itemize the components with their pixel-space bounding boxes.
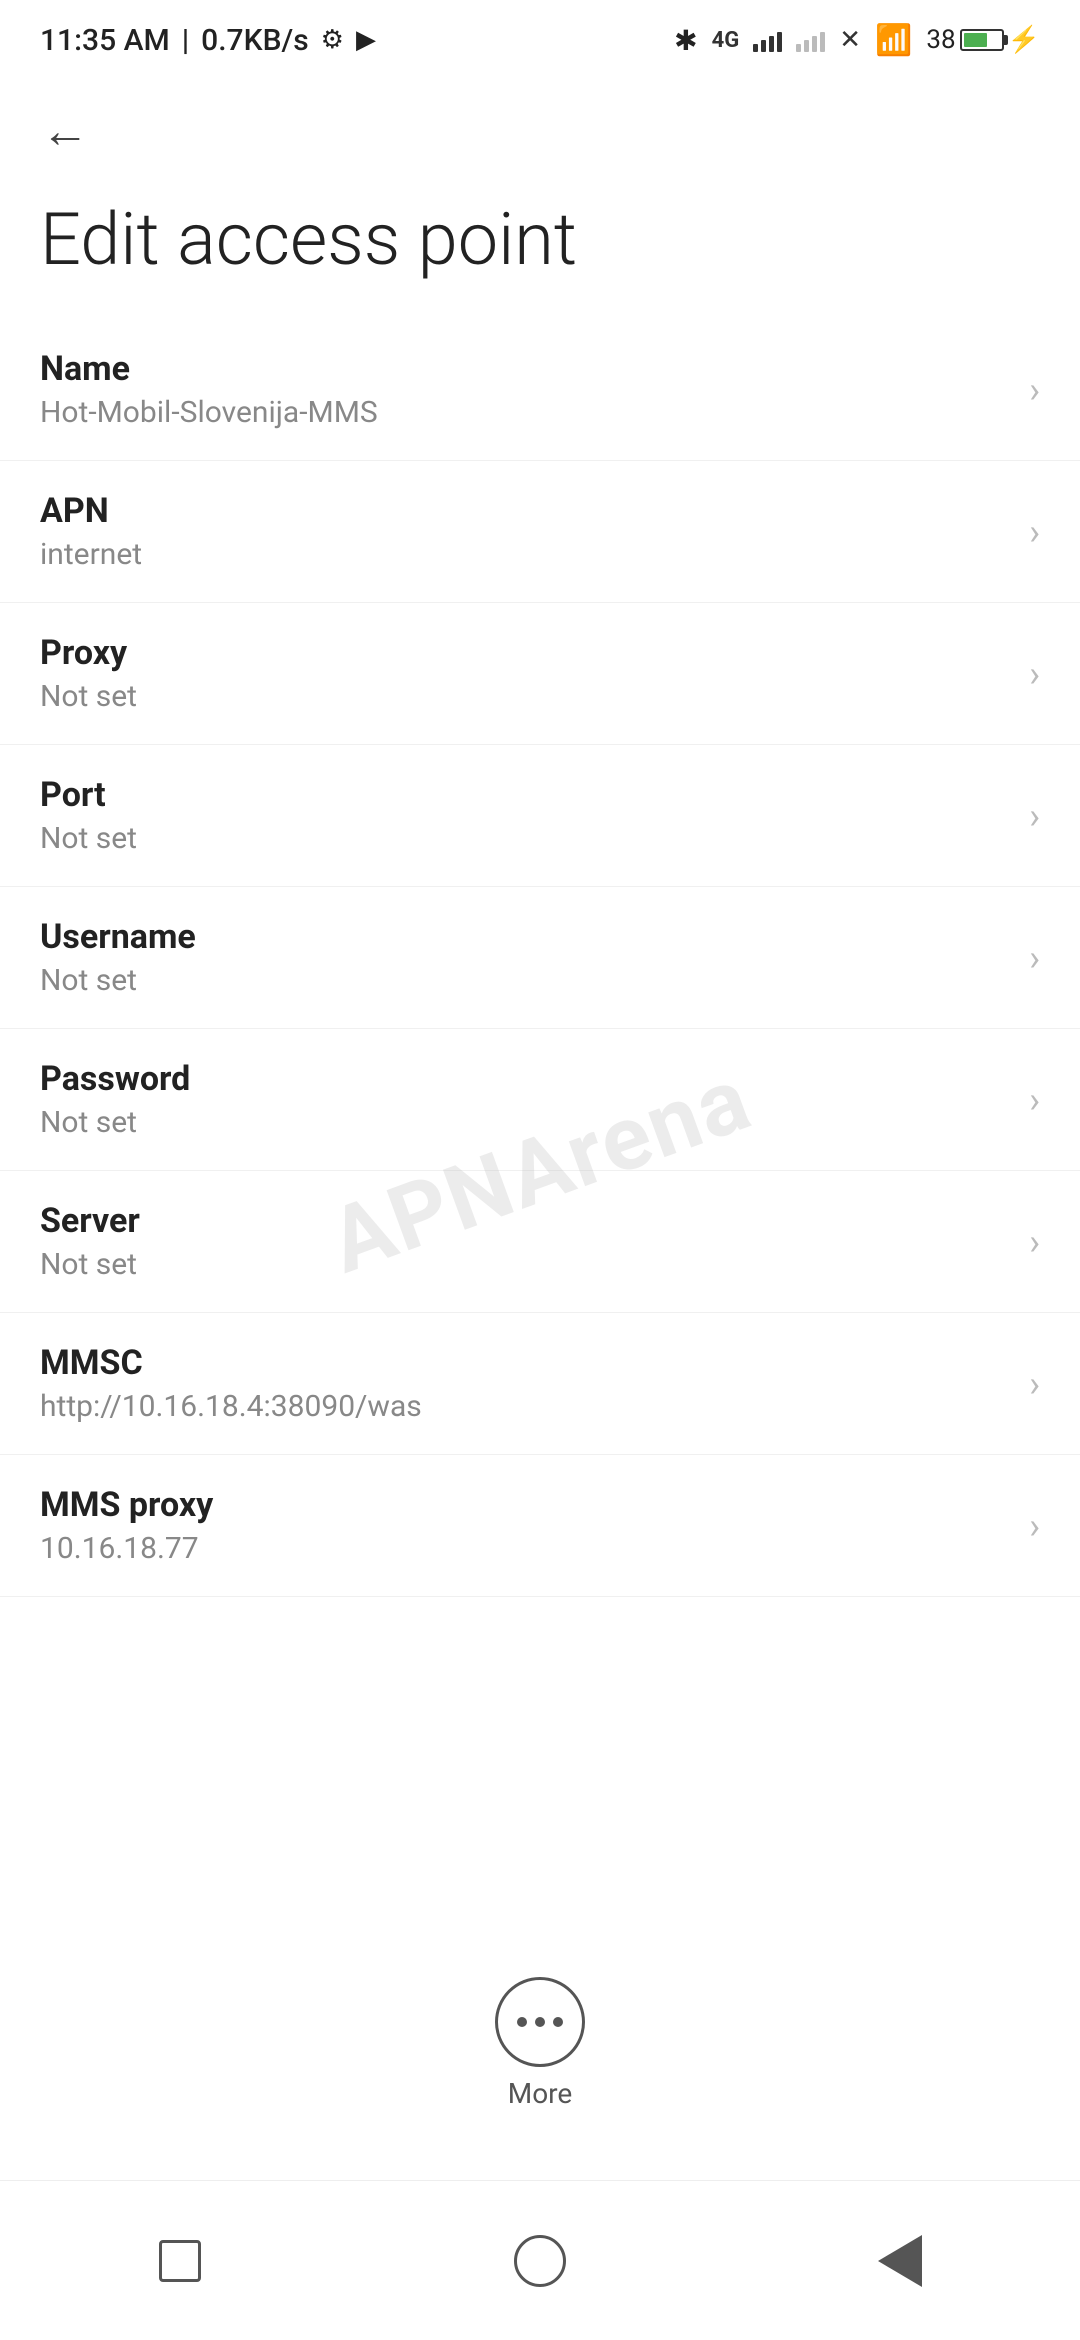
- settings-value-proxy: Not set: [40, 679, 1009, 714]
- chevron-icon-port: ›: [1029, 795, 1040, 837]
- settings-label-username: Username: [40, 917, 1009, 957]
- settings-value-username: Not set: [40, 963, 1009, 998]
- settings-item-content-mms-proxy: MMS proxy 10.16.18.77: [40, 1485, 1009, 1566]
- back-nav-icon: [878, 2235, 922, 2287]
- settings-label-apn: APN: [40, 491, 1009, 531]
- back-arrow-icon: ←: [41, 102, 89, 159]
- settings-item-content-password: Password Not set: [40, 1059, 1009, 1140]
- settings-label-name: Name: [40, 349, 1009, 389]
- separator: |: [182, 23, 189, 58]
- signal-bars-1: [753, 28, 782, 52]
- page-title-container: Edit access point: [0, 180, 1080, 319]
- battery-fill: [964, 33, 987, 47]
- more-label: More: [508, 2077, 573, 2110]
- more-dot-1: [517, 2017, 527, 2027]
- nav-back-button[interactable]: [850, 2211, 950, 2311]
- settings-label-password: Password: [40, 1059, 1009, 1099]
- settings-label-proxy: Proxy: [40, 633, 1009, 673]
- settings-value-mms-proxy: 10.16.18.77: [40, 1531, 1009, 1566]
- settings-icon: ⚙: [321, 25, 344, 55]
- settings-item-content-server: Server Not set: [40, 1201, 1009, 1282]
- chevron-icon-username: ›: [1029, 937, 1040, 979]
- settings-item-name[interactable]: Name Hot-Mobil-Slovenija-MMS ›: [0, 319, 1080, 461]
- wifi-icon: 📶: [875, 23, 912, 58]
- settings-item-mms-proxy[interactable]: MMS proxy 10.16.18.77 ›: [0, 1455, 1080, 1597]
- settings-value-server: Not set: [40, 1247, 1009, 1282]
- chevron-icon-proxy: ›: [1029, 653, 1040, 695]
- chevron-icon-server: ›: [1029, 1221, 1040, 1263]
- settings-label-mmsc: MMSC: [40, 1343, 1009, 1383]
- more-button[interactable]: [495, 1977, 585, 2067]
- battery-container: 38 ⚡: [926, 25, 1040, 55]
- chevron-icon-password: ›: [1029, 1079, 1040, 1121]
- signal-bars-2: [796, 28, 825, 52]
- more-button-area: More: [495, 1977, 585, 2110]
- settings-item-apn[interactable]: APN internet ›: [0, 461, 1080, 603]
- more-dot-3: [553, 2017, 563, 2027]
- settings-item-proxy[interactable]: Proxy Not set ›: [0, 603, 1080, 745]
- bottom-nav: [0, 2180, 1080, 2340]
- more-dot-2: [535, 2017, 545, 2027]
- nav-recents-button[interactable]: [130, 2211, 230, 2311]
- time: 11:35 AM: [40, 23, 170, 58]
- chevron-icon-name: ›: [1029, 369, 1040, 411]
- settings-item-content-name: Name Hot-Mobil-Slovenija-MMS: [40, 349, 1009, 430]
- battery-percent: 38: [926, 25, 955, 55]
- settings-value-port: Not set: [40, 821, 1009, 856]
- settings-label-server: Server: [40, 1201, 1009, 1241]
- settings-label-port: Port: [40, 775, 1009, 815]
- settings-item-username[interactable]: Username Not set ›: [0, 887, 1080, 1029]
- status-bar: 11:35 AM | 0.7KB/s ⚙ ▶ ✱ 4G ✕ 📶 38 ⚡: [0, 0, 1080, 80]
- settings-item-password[interactable]: Password Not set ›: [0, 1029, 1080, 1171]
- settings-value-mmsc: http://10.16.18.4:38090/was: [40, 1389, 1009, 1424]
- chevron-icon-apn: ›: [1029, 511, 1040, 553]
- charging-icon: ⚡: [1008, 25, 1040, 55]
- settings-value-name: Hot-Mobil-Slovenija-MMS: [40, 395, 1009, 430]
- settings-item-content-port: Port Not set: [40, 775, 1009, 856]
- chevron-icon-mms-proxy: ›: [1029, 1505, 1040, 1547]
- settings-item-content-apn: APN internet: [40, 491, 1009, 572]
- settings-list: Name Hot-Mobil-Slovenija-MMS › APN inter…: [0, 319, 1080, 1597]
- recents-icon: [159, 2240, 201, 2282]
- page-title: Edit access point: [40, 200, 1040, 279]
- settings-item-content-username: Username Not set: [40, 917, 1009, 998]
- crossed-signal-icon: ✕: [839, 25, 861, 55]
- video-icon: ▶: [356, 25, 376, 55]
- settings-item-server[interactable]: Server Not set ›: [0, 1171, 1080, 1313]
- network-speed: 0.7KB/s: [201, 23, 308, 58]
- bluetooth-icon: ✱: [674, 24, 697, 57]
- nav-home-button[interactable]: [490, 2211, 590, 2311]
- battery-icon: [960, 29, 1004, 51]
- settings-value-apn: internet: [40, 537, 1009, 572]
- status-right: ✱ 4G ✕ 📶 38 ⚡: [674, 23, 1040, 58]
- settings-value-password: Not set: [40, 1105, 1009, 1140]
- home-icon: [514, 2235, 566, 2287]
- settings-item-content-mmsc: MMSC http://10.16.18.4:38090/was: [40, 1343, 1009, 1424]
- chevron-icon-mmsc: ›: [1029, 1363, 1040, 1405]
- top-nav: ←: [0, 80, 1080, 180]
- signal-4g-icon: 4G: [712, 28, 740, 53]
- status-left: 11:35 AM | 0.7KB/s ⚙ ▶: [40, 23, 376, 58]
- back-button[interactable]: ←: [30, 95, 100, 165]
- more-dots: [517, 2017, 563, 2027]
- settings-label-mms-proxy: MMS proxy: [40, 1485, 1009, 1525]
- settings-item-port[interactable]: Port Not set ›: [0, 745, 1080, 887]
- settings-item-content-proxy: Proxy Not set: [40, 633, 1009, 714]
- settings-item-mmsc[interactable]: MMSC http://10.16.18.4:38090/was ›: [0, 1313, 1080, 1455]
